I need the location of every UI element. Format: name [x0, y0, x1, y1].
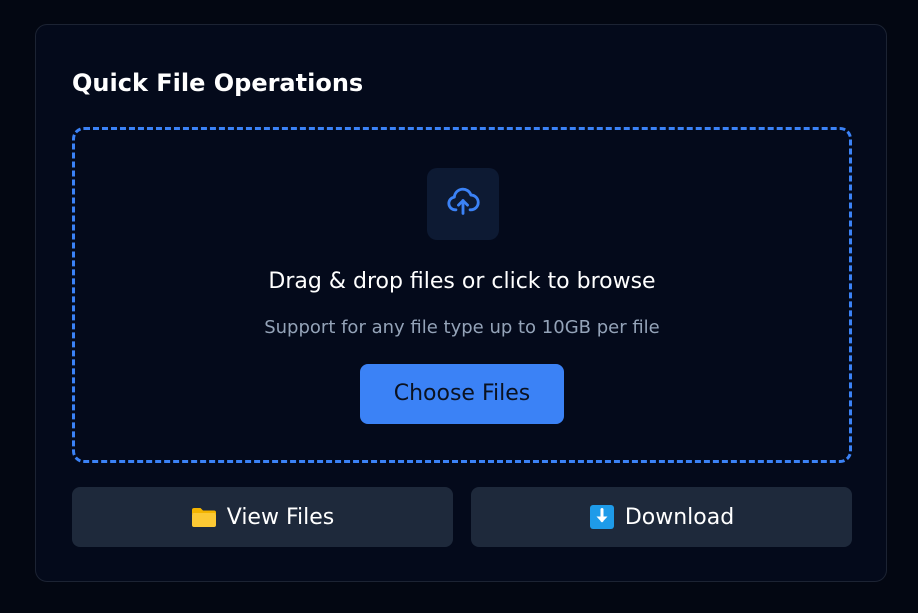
view-files-button[interactable]: View Files [72, 487, 453, 547]
download-button[interactable]: Download [471, 487, 852, 547]
choose-files-button[interactable]: Choose Files [360, 364, 564, 424]
download-arrow-icon [589, 505, 615, 529]
upload-icon-badge [427, 168, 499, 240]
cloud-upload-icon [446, 185, 480, 223]
quick-file-operations-card: Quick File Operations Drag & drop files … [35, 24, 887, 582]
view-files-label: View Files [226, 504, 335, 530]
dropzone-title: Drag & drop files or click to browse [268, 269, 656, 294]
card-title: Quick File Operations [72, 69, 364, 97]
file-dropzone[interactable]: Drag & drop files or click to browse Sup… [72, 127, 852, 463]
dropzone-subtitle: Support for any file type up to 10GB per… [264, 317, 660, 338]
folder-icon [191, 505, 217, 529]
download-label: Download [624, 504, 735, 530]
